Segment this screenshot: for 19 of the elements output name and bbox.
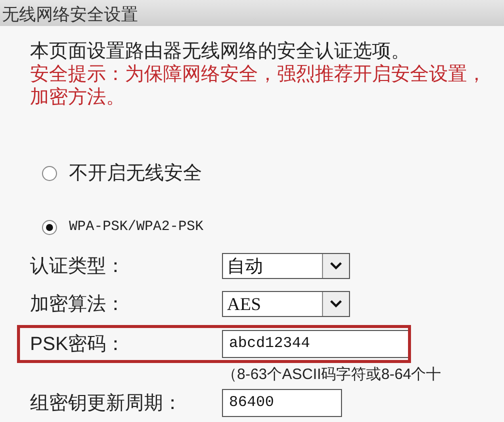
hint-text: （8-63个ASCII码字符或8-64个十 [222, 365, 442, 384]
input-field[interactable]: abcd12344 [222, 330, 411, 358]
input-field[interactable]: 86400 [222, 389, 342, 417]
field-label: 组密钥更新周期： [30, 392, 183, 416]
radio-button[interactable] [42, 220, 57, 234]
radio-label: WPA-PSK/WPA2-PSK [69, 219, 204, 235]
radio-label: 不开启无线安全 [69, 162, 202, 186]
radio-button[interactable] [42, 166, 57, 180]
intro-text: 本页面设置路由器无线网络的安全认证选项。 [30, 40, 411, 63]
field-label: PSK密码： [30, 333, 126, 357]
field-label: 加密算法： [30, 293, 126, 317]
security-tip: 加密方法。 [30, 86, 126, 109]
dropdown[interactable]: AES [222, 291, 350, 317]
chevron-down-icon [330, 300, 342, 308]
security-tip: 安全提示：为保障网络安全，强烈推荐开启安全设置， [30, 63, 487, 86]
dropdown[interactable]: 自动 [222, 253, 350, 279]
field-label: 认证类型： [30, 255, 126, 279]
page-title: 无线网络安全设置 [2, 4, 138, 26]
chevron-down-icon [330, 262, 342, 270]
